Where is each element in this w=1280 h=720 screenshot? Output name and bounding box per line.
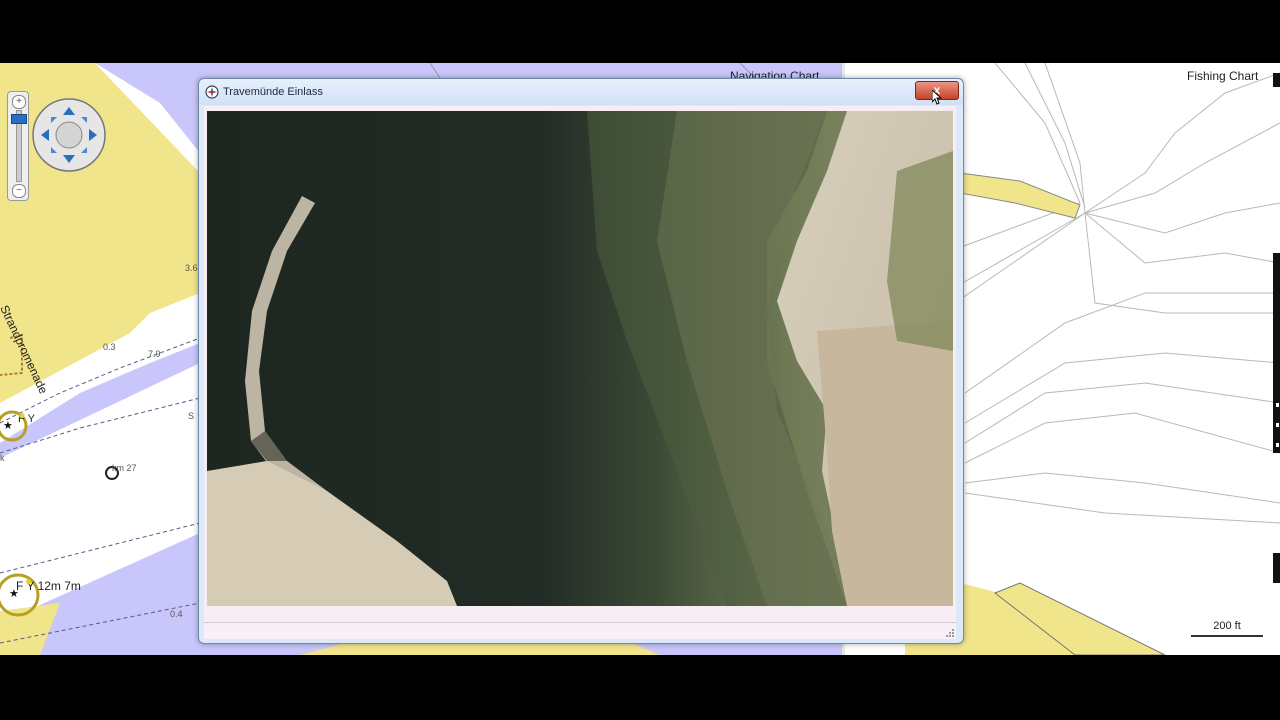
k-label: k [0, 453, 5, 463]
scale-label: 200 ft [1213, 620, 1241, 632]
sounding-4: 0.4 [170, 609, 183, 619]
sounding-2: 0.3 [103, 342, 116, 352]
dialog-client-area [204, 106, 956, 639]
compass-icon [205, 85, 219, 99]
sounding-3: 7.9 [148, 349, 161, 359]
zoom-in-icon[interactable]: + [12, 95, 26, 109]
zoom-out-icon[interactable]: − [12, 184, 26, 198]
sounding-5: S [188, 411, 195, 421]
dialog-titlebar[interactable]: Travemünde Einlass x [199, 79, 963, 105]
edge-tick-marks [1270, 73, 1280, 593]
dialog-title: Travemünde Einlass [223, 86, 323, 98]
buoy-star-icon[interactable]: ★ [9, 587, 19, 600]
buoy-light-icon: ● [18, 408, 26, 422]
buoy-star-icon[interactable]: ★ [3, 419, 13, 432]
dialog-status-bar [204, 622, 956, 639]
mouse-cursor-icon [932, 90, 942, 106]
km-marker-label: km 27 [112, 463, 137, 473]
zoom-slider[interactable]: + − [7, 91, 29, 201]
sounding-1: 3.6 [185, 263, 198, 273]
fishing-chart-title: Fishing Chart [1187, 69, 1259, 83]
buoy-light-icon: ● [25, 574, 33, 588]
aerial-photo[interactable] [207, 111, 953, 606]
scale-line [1191, 635, 1263, 637]
pan-control[interactable] [31, 97, 107, 173]
photo-dialog[interactable]: Travemünde Einlass x [198, 78, 964, 644]
scale-bar: 200 ft [1191, 620, 1263, 638]
zoom-thumb[interactable] [11, 114, 27, 124]
resize-grip-icon[interactable] [946, 629, 954, 637]
